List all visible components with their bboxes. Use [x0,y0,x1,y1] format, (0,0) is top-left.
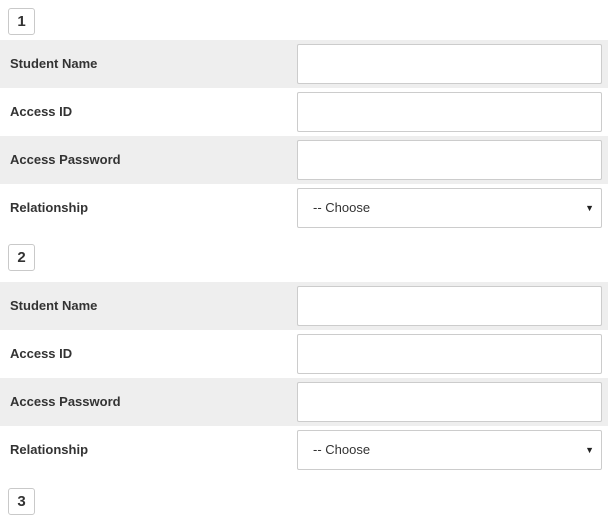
relationship-row: Relationship -- Choose ▼ [0,426,608,474]
access-id-row: Access ID [0,88,608,136]
relationship-select[interactable]: -- Choose ▼ [297,430,602,470]
access-password-input[interactable] [297,382,602,422]
relationship-selected-value: -- Choose [313,200,371,215]
access-password-row: Access Password [0,136,608,184]
access-id-row: Access ID [0,330,608,378]
relationship-selected-value: -- Choose [313,442,371,457]
student-name-input[interactable] [297,44,602,84]
group-number-badge: 1 [8,8,35,35]
group-number-badge: 2 [8,244,35,271]
access-password-input[interactable] [297,140,602,180]
access-id-label: Access ID [10,346,73,361]
caret-down-icon: ▼ [585,445,594,455]
student-name-row: Student Name [0,282,608,330]
relationship-row: Relationship -- Choose ▼ [0,184,608,232]
student-name-input[interactable] [297,286,602,326]
access-id-input[interactable] [297,92,602,132]
relationship-label: Relationship [10,442,89,457]
group-number-badge: 3 [8,488,35,515]
access-id-input[interactable] [297,334,602,374]
relationship-select[interactable]: -- Choose ▼ [297,188,602,228]
access-password-label: Access Password [10,394,121,409]
student-name-label: Student Name [10,56,98,71]
caret-down-icon: ▼ [585,203,594,213]
access-password-row: Access Password [0,378,608,426]
relationship-label: Relationship [10,200,89,215]
student-name-label: Student Name [10,298,98,313]
access-password-label: Access Password [10,152,121,167]
access-id-label: Access ID [10,104,73,119]
student-name-row: Student Name [0,40,608,88]
